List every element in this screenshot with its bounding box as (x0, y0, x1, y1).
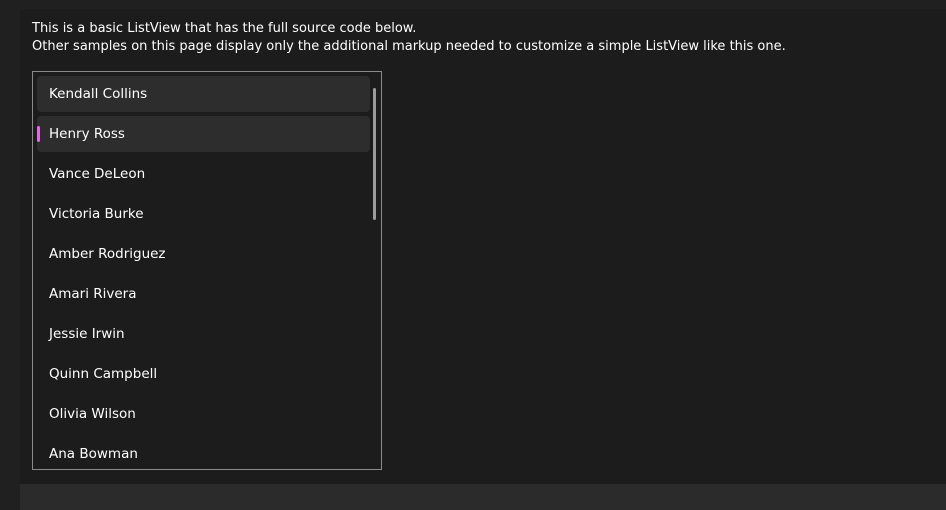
list-item[interactable]: Jessie Irwin (37, 316, 370, 352)
list-item[interactable]: Victoria Burke (37, 196, 370, 232)
contacts-listview[interactable]: Kendall Collins Henry Ross Vance DeLeon Vic… (32, 71, 382, 470)
list-item[interactable]: Kendall Collins (37, 76, 370, 112)
list-item-label: Amber Rodriguez (49, 246, 166, 262)
list-item[interactable]: Amari Rivera (37, 276, 370, 312)
source-code-expander[interactable] (20, 484, 946, 510)
description-line-1: This is a basic ListView that has the fu… (32, 21, 417, 36)
list-item-label: Amari Rivera (49, 286, 137, 302)
description-line-2: Other samples on this page display only … (32, 39, 786, 54)
list-item[interactable]: Amber Rodriguez (37, 236, 370, 272)
list-item[interactable]: Ana Bowman (37, 436, 370, 469)
list-item-label: Vance DeLeon (49, 166, 146, 182)
list-item-label: Ana Bowman (49, 446, 138, 462)
list-item-label: Quinn Campbell (49, 366, 158, 382)
scrollbar-thumb[interactable] (373, 88, 376, 220)
list-item-label: Kendall Collins (49, 86, 148, 102)
list-item[interactable]: Vance DeLeon (37, 156, 370, 192)
list-item-label: Olivia Wilson (49, 406, 136, 422)
list-item[interactable]: Olivia Wilson (37, 396, 370, 432)
vertical-scrollbar[interactable] (373, 88, 376, 220)
list-item-label: Jessie Irwin (49, 326, 125, 342)
selection-indicator (37, 126, 40, 142)
list-item[interactable]: Quinn Campbell (37, 356, 370, 392)
list-item[interactable]: Henry Ross (37, 116, 370, 152)
sample-description: This is a basic ListView that has the fu… (32, 20, 786, 56)
list-item-label: Henry Ross (49, 126, 125, 142)
list-item-label: Victoria Burke (49, 206, 144, 222)
